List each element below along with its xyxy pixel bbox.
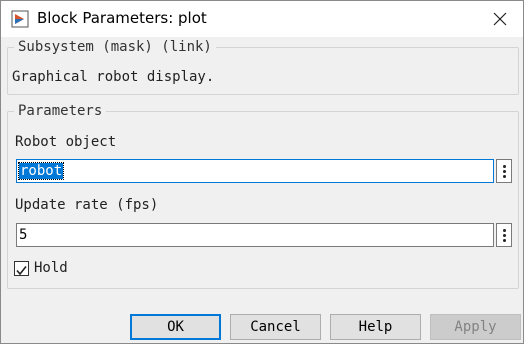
- simulink-block-icon: [11, 10, 29, 28]
- block-description: Graphical robot display.: [12, 69, 215, 85]
- robot-object-field[interactable]: robot: [16, 159, 494, 183]
- block-parameters-dialog: Block Parameters: plot Subsystem (mask) …: [0, 0, 524, 344]
- subsystem-group: Subsystem (mask) (link): [7, 39, 519, 95]
- robot-object-label: Robot object: [15, 134, 117, 150]
- update-rate-value: 5: [19, 227, 28, 243]
- parameters-group: Parameters: [7, 103, 519, 289]
- close-button[interactable]: [477, 1, 523, 37]
- cancel-button[interactable]: Cancel: [230, 314, 321, 340]
- update-rate-label: Update rate (fps): [15, 197, 159, 213]
- robot-object-value: robot: [17, 162, 65, 180]
- more-dot-icon: [502, 174, 506, 178]
- close-icon: [493, 12, 507, 26]
- more-dot-icon: [502, 169, 506, 173]
- more-dot-icon: [502, 238, 506, 242]
- ok-button[interactable]: OK: [130, 314, 221, 340]
- title-bar[interactable]: Block Parameters: plot: [1, 1, 523, 37]
- hold-label: Hold: [34, 260, 68, 276]
- checkmark-icon: [16, 266, 27, 276]
- hold-checkbox[interactable]: [14, 261, 29, 276]
- help-button[interactable]: Help: [330, 314, 421, 340]
- robot-object-more-button[interactable]: [496, 159, 512, 183]
- more-dot-icon: [502, 228, 506, 232]
- more-dot-icon: [502, 164, 506, 168]
- parameters-legend: Parameters: [18, 103, 103, 119]
- subsystem-legend: Subsystem (mask) (link): [18, 39, 212, 55]
- window-title: Block Parameters: plot: [37, 9, 207, 27]
- update-rate-field[interactable]: 5: [16, 223, 494, 247]
- update-rate-more-button[interactable]: [496, 223, 512, 247]
- apply-button[interactable]: Apply: [430, 314, 521, 340]
- more-dot-icon: [502, 233, 506, 237]
